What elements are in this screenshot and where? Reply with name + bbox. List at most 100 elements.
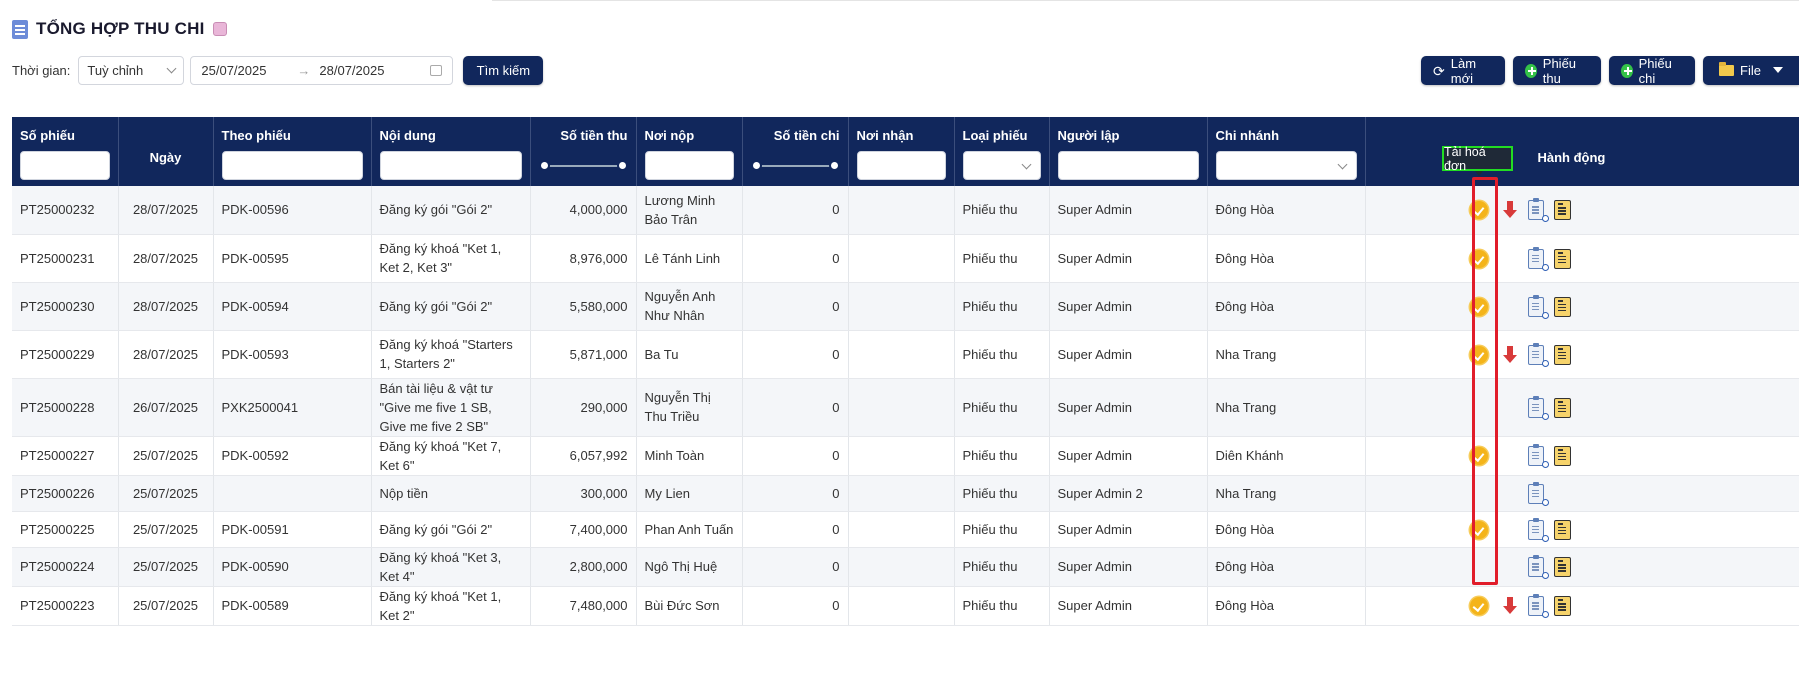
search-button[interactable]: Tìm kiếm — [463, 56, 544, 85]
download-invoice-icon[interactable] — [1497, 345, 1522, 364]
invoice-icon[interactable] — [1553, 596, 1571, 616]
cell-noi-nop: Phan Anh Tuấn — [636, 511, 743, 548]
cell-theo-phieu: PXK2500041 — [213, 378, 372, 437]
add-payment-label: Phiếu chi — [1638, 55, 1672, 86]
slider-max-handle[interactable] — [828, 160, 840, 171]
col-header-ngay[interactable]: Ngày — [118, 117, 214, 186]
slider-max-handle[interactable] — [616, 160, 628, 171]
cell-actions — [1365, 511, 1799, 548]
view-detail-icon[interactable] — [1527, 594, 1549, 618]
document-icon — [12, 19, 28, 39]
filter-loai-phieu-select[interactable] — [962, 151, 1041, 180]
table-row[interactable]: PT25000227 25/07/2025 PDK-00592 Đăng ký kho… — [12, 436, 1799, 476]
cell-noi-dung: Đăng ký khoá "Ket 1, Ket 2" — [371, 586, 531, 626]
view-detail-icon[interactable] — [1527, 481, 1549, 506]
cell-so-tien-thu: 5,580,000 — [530, 282, 637, 331]
so-tien-chi-range-slider[interactable] — [750, 151, 840, 180]
magnifier-icon — [1541, 611, 1549, 618]
col-header-theo-phieu[interactable]: Theo phiếu — [213, 117, 372, 149]
col-header-nguoi-lap[interactable]: Người lập — [1049, 117, 1208, 149]
add-receipt-button[interactable]: Phiếu thu — [1513, 56, 1601, 86]
time-label: Thời gian: — [12, 63, 71, 78]
col-header-noi-nhan[interactable]: Nơi nhận — [848, 117, 955, 149]
view-detail-icon[interactable] — [1527, 555, 1549, 579]
caret-down-icon — [1772, 66, 1783, 73]
view-detail-icon[interactable] — [1527, 294, 1549, 319]
filter-noi-nhan-input[interactable] — [856, 151, 946, 180]
refresh-button[interactable]: ⟳ Làm mới — [1421, 56, 1505, 86]
cell-theo-phieu: PDK-00593 — [213, 330, 372, 379]
table-row[interactable]: PT25000225 25/07/2025 PDK-00591 Đăng ký gói… — [12, 511, 1799, 548]
view-detail-icon[interactable] — [1527, 443, 1549, 468]
cell-nguoi-lap: Super Admin — [1049, 282, 1208, 331]
invoice-icon[interactable] — [1553, 397, 1571, 418]
slider-min-handle[interactable] — [538, 160, 550, 171]
cell-nguoi-lap: Super Admin — [1049, 330, 1208, 379]
time-mode-select[interactable]: Tuỳ chỉnh — [78, 56, 185, 85]
so-tien-thu-range-slider[interactable] — [538, 151, 628, 180]
view-detail-icon[interactable] — [1527, 517, 1549, 542]
invoice-icon[interactable] — [1553, 557, 1571, 577]
invoice-icon[interactable] — [1553, 344, 1571, 365]
table-row[interactable]: PT25000223 25/07/2025 PDK-00589 Đăng ký kho… — [12, 586, 1799, 626]
add-payment-button[interactable]: Phiếu chi — [1609, 55, 1695, 86]
view-detail-icon[interactable] — [1527, 342, 1549, 367]
col-header-chi-nhanh[interactable]: Chi nhánh — [1207, 117, 1366, 149]
page-title: TỔNG HỢP THU CHI — [36, 19, 205, 38]
cell-ngay: 28/07/2025 — [118, 234, 214, 283]
filter-nguoi-lap-input[interactable] — [1057, 151, 1199, 180]
download-arrow-part — [1502, 354, 1517, 363]
cell-chi-nhanh: Nha Trang — [1207, 330, 1366, 379]
cell-noi-nhan — [848, 547, 955, 587]
invoice-icon[interactable] — [1553, 519, 1571, 540]
filter-chi-nhanh-select[interactable] — [1215, 151, 1357, 180]
cell-noi-nhan — [848, 234, 955, 283]
invoice-icon[interactable] — [1553, 248, 1571, 269]
download-invoice-icon[interactable] — [1497, 201, 1522, 219]
invoice-icon[interactable] — [1553, 296, 1571, 317]
cell-so-tien-chi: 0 — [742, 547, 849, 587]
slider-min-handle[interactable] — [750, 160, 762, 171]
col-header-so-tien-thu[interactable]: Số tiền thu — [530, 117, 637, 149]
col-header-noi-dung[interactable]: Nội dung — [371, 117, 531, 149]
magnifier-icon — [1541, 460, 1549, 468]
table-row[interactable]: PT25000228 26/07/2025 PXK2500041 Bán tài li… — [12, 378, 1799, 437]
col-header-so-tien-chi[interactable]: Số tiền chi — [742, 117, 849, 149]
invoice-icon[interactable] — [1553, 445, 1571, 466]
calendar-icon[interactable] — [430, 65, 443, 76]
file-menu-button[interactable]: File — [1703, 56, 1799, 85]
cell-theo-phieu: PDK-00592 — [213, 436, 372, 476]
invoice-icon[interactable] — [1553, 200, 1571, 221]
filter-so-phieu-input[interactable] — [20, 151, 110, 180]
download-arrow-part — [1502, 606, 1517, 614]
filter-noi-nop-input[interactable] — [644, 151, 734, 180]
cell-ngay: 25/07/2025 — [118, 436, 214, 476]
cell-noi-dung: Đăng ký khoá "Ket 1, Ket 2, Ket 3" — [371, 234, 531, 283]
table-row[interactable]: PT25000229 28/07/2025 PDK-00593 Đăng ký kho… — [12, 330, 1799, 379]
table-row[interactable]: PT25000224 25/07/2025 PDK-00590 Đăng ký kho… — [12, 547, 1799, 587]
date-range-picker[interactable]: 25/07/2025 → 28/07/2025 — [190, 56, 454, 85]
view-detail-icon[interactable] — [1527, 198, 1549, 223]
approve-check-icon[interactable] — [1469, 597, 1488, 615]
cell-so-phieu: PT25000223 — [12, 586, 119, 626]
cell-nguoi-lap: Super Admin — [1049, 436, 1208, 476]
filter-noi-dung-input[interactable] — [379, 151, 522, 180]
col-header-so-phieu[interactable]: Số phiếu — [12, 117, 119, 149]
view-detail-icon[interactable] — [1527, 395, 1549, 420]
cell-actions — [1365, 436, 1799, 476]
table-row[interactable]: PT25000226 25/07/2025 Nộp tiền 300,000 My Li… — [12, 475, 1799, 512]
download-invoice-icon[interactable] — [1497, 597, 1522, 615]
filter-theo-phieu-input[interactable] — [221, 151, 363, 180]
cell-so-tien-chi: 0 — [742, 586, 849, 626]
date-to[interactable]: 28/07/2025 — [319, 63, 419, 78]
cell-actions — [1365, 378, 1799, 437]
col-header-loai-phieu[interactable]: Loại phiếu — [954, 117, 1050, 149]
table-row[interactable]: PT25000232 28/07/2025 PDK-00596 Đăng ký gói… — [12, 186, 1799, 235]
view-detail-icon[interactable] — [1527, 246, 1549, 271]
row-actions — [1374, 438, 1791, 474]
col-header-noi-nop[interactable]: Nơi nộp — [636, 117, 743, 149]
col-header-hanh-dong: Hành động — [1365, 117, 1799, 186]
table-row[interactable]: PT25000231 28/07/2025 PDK-00595 Đăng ký kho… — [12, 234, 1799, 283]
table-row[interactable]: PT25000230 28/07/2025 PDK-00594 Đăng ký gói… — [12, 282, 1799, 331]
date-from[interactable]: 25/07/2025 — [201, 63, 297, 78]
